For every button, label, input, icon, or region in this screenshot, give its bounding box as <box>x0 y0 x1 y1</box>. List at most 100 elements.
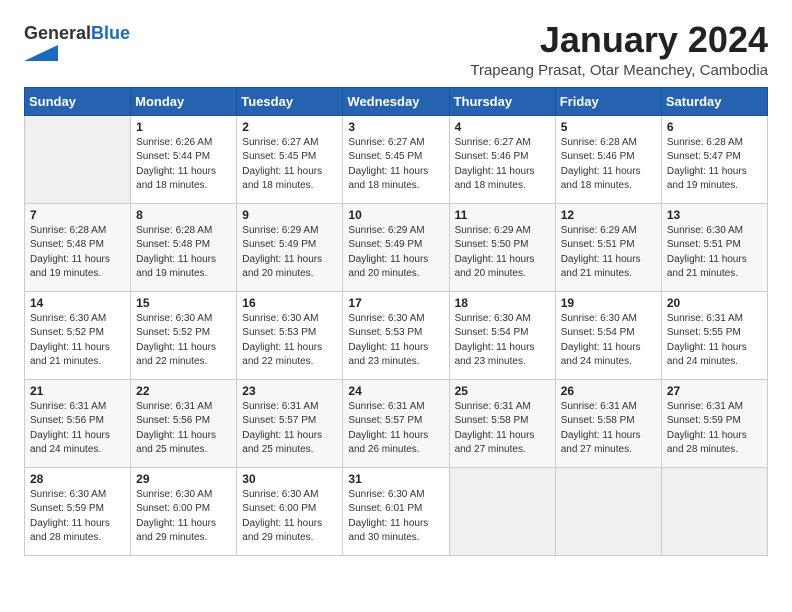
day-number: 19 <box>561 296 656 310</box>
day-info: Sunrise: 6:30 AMSunset: 6:00 PMDaylight:… <box>242 488 337 546</box>
day-number: 24 <box>348 384 443 398</box>
header-row: SundayMondayTuesdayWednesdayThursdayFrid… <box>25 87 768 115</box>
day-number: 9 <box>242 208 337 222</box>
day-number: 20 <box>667 296 762 310</box>
day-cell <box>25 115 131 203</box>
day-cell: 1 Sunrise: 6:26 AMSunset: 5:44 PMDayligh… <box>131 115 237 203</box>
day-cell: 25 Sunrise: 6:31 AMSunset: 5:58 PMDaylig… <box>449 379 555 467</box>
day-number: 31 <box>348 472 443 486</box>
day-number: 13 <box>667 208 762 222</box>
page-header: GeneralBlue January 2024 Trapeang Prasat… <box>24 20 768 79</box>
day-info: Sunrise: 6:31 AMSunset: 5:58 PMDaylight:… <box>455 400 550 458</box>
day-info: Sunrise: 6:28 AMSunset: 5:48 PMDaylight:… <box>136 224 231 282</box>
calendar-subtitle: Trapeang Prasat, Otar Meanchey, Cambodia <box>470 62 768 79</box>
day-number: 21 <box>30 384 125 398</box>
day-number: 5 <box>561 120 656 134</box>
day-number: 11 <box>455 208 550 222</box>
day-cell: 6 Sunrise: 6:28 AMSunset: 5:47 PMDayligh… <box>661 115 767 203</box>
day-cell: 11 Sunrise: 6:29 AMSunset: 5:50 PMDaylig… <box>449 203 555 291</box>
day-cell <box>555 467 661 555</box>
day-number: 8 <box>136 208 231 222</box>
day-info: Sunrise: 6:31 AMSunset: 5:55 PMDaylight:… <box>667 312 762 370</box>
day-number: 18 <box>455 296 550 310</box>
column-header-saturday: Saturday <box>661 87 767 115</box>
day-info: Sunrise: 6:29 AMSunset: 5:50 PMDaylight:… <box>455 224 550 282</box>
day-info: Sunrise: 6:30 AMSunset: 5:54 PMDaylight:… <box>455 312 550 370</box>
day-info: Sunrise: 6:30 AMSunset: 6:01 PMDaylight:… <box>348 488 443 546</box>
day-info: Sunrise: 6:31 AMSunset: 5:59 PMDaylight:… <box>667 400 762 458</box>
calendar-table: SundayMondayTuesdayWednesdayThursdayFrid… <box>24 87 768 556</box>
day-cell: 2 Sunrise: 6:27 AMSunset: 5:45 PMDayligh… <box>237 115 343 203</box>
day-cell: 28 Sunrise: 6:30 AMSunset: 5:59 PMDaylig… <box>25 467 131 555</box>
day-info: Sunrise: 6:26 AMSunset: 5:44 PMDaylight:… <box>136 136 231 194</box>
title-block: January 2024 Trapeang Prasat, Otar Meanc… <box>470 20 768 79</box>
day-info: Sunrise: 6:30 AMSunset: 5:51 PMDaylight:… <box>667 224 762 282</box>
day-cell: 20 Sunrise: 6:31 AMSunset: 5:55 PMDaylig… <box>661 291 767 379</box>
day-number: 30 <box>242 472 337 486</box>
logo: GeneralBlue <box>24 24 130 61</box>
column-header-thursday: Thursday <box>449 87 555 115</box>
day-cell <box>661 467 767 555</box>
day-number: 29 <box>136 472 231 486</box>
day-cell: 16 Sunrise: 6:30 AMSunset: 5:53 PMDaylig… <box>237 291 343 379</box>
week-row-2: 7 Sunrise: 6:28 AMSunset: 5:48 PMDayligh… <box>25 203 768 291</box>
day-info: Sunrise: 6:31 AMSunset: 5:58 PMDaylight:… <box>561 400 656 458</box>
day-cell: 9 Sunrise: 6:29 AMSunset: 5:49 PMDayligh… <box>237 203 343 291</box>
day-cell: 17 Sunrise: 6:30 AMSunset: 5:53 PMDaylig… <box>343 291 449 379</box>
day-number: 23 <box>242 384 337 398</box>
day-cell: 22 Sunrise: 6:31 AMSunset: 5:56 PMDaylig… <box>131 379 237 467</box>
day-number: 16 <box>242 296 337 310</box>
day-cell: 12 Sunrise: 6:29 AMSunset: 5:51 PMDaylig… <box>555 203 661 291</box>
day-info: Sunrise: 6:30 AMSunset: 5:59 PMDaylight:… <box>30 488 125 546</box>
day-cell: 27 Sunrise: 6:31 AMSunset: 5:59 PMDaylig… <box>661 379 767 467</box>
day-info: Sunrise: 6:30 AMSunset: 6:00 PMDaylight:… <box>136 488 231 546</box>
day-cell: 13 Sunrise: 6:30 AMSunset: 5:51 PMDaylig… <box>661 203 767 291</box>
day-info: Sunrise: 6:31 AMSunset: 5:57 PMDaylight:… <box>348 400 443 458</box>
column-header-friday: Friday <box>555 87 661 115</box>
day-info: Sunrise: 6:27 AMSunset: 5:46 PMDaylight:… <box>455 136 550 194</box>
day-number: 27 <box>667 384 762 398</box>
day-cell <box>449 467 555 555</box>
day-cell: 24 Sunrise: 6:31 AMSunset: 5:57 PMDaylig… <box>343 379 449 467</box>
day-number: 10 <box>348 208 443 222</box>
logo-general-text: General <box>24 23 91 43</box>
day-number: 14 <box>30 296 125 310</box>
day-info: Sunrise: 6:29 AMSunset: 5:51 PMDaylight:… <box>561 224 656 282</box>
day-number: 25 <box>455 384 550 398</box>
week-row-4: 21 Sunrise: 6:31 AMSunset: 5:56 PMDaylig… <box>25 379 768 467</box>
day-info: Sunrise: 6:29 AMSunset: 5:49 PMDaylight:… <box>348 224 443 282</box>
day-info: Sunrise: 6:27 AMSunset: 5:45 PMDaylight:… <box>242 136 337 194</box>
day-cell: 7 Sunrise: 6:28 AMSunset: 5:48 PMDayligh… <box>25 203 131 291</box>
calendar-body: 1 Sunrise: 6:26 AMSunset: 5:44 PMDayligh… <box>25 115 768 555</box>
day-info: Sunrise: 6:30 AMSunset: 5:52 PMDaylight:… <box>136 312 231 370</box>
day-number: 26 <box>561 384 656 398</box>
day-info: Sunrise: 6:30 AMSunset: 5:54 PMDaylight:… <box>561 312 656 370</box>
day-info: Sunrise: 6:31 AMSunset: 5:56 PMDaylight:… <box>136 400 231 458</box>
day-info: Sunrise: 6:29 AMSunset: 5:49 PMDaylight:… <box>242 224 337 282</box>
week-row-3: 14 Sunrise: 6:30 AMSunset: 5:52 PMDaylig… <box>25 291 768 379</box>
day-number: 15 <box>136 296 231 310</box>
day-cell: 31 Sunrise: 6:30 AMSunset: 6:01 PMDaylig… <box>343 467 449 555</box>
day-number: 3 <box>348 120 443 134</box>
day-info: Sunrise: 6:27 AMSunset: 5:45 PMDaylight:… <box>348 136 443 194</box>
day-cell: 10 Sunrise: 6:29 AMSunset: 5:49 PMDaylig… <box>343 203 449 291</box>
day-cell: 30 Sunrise: 6:30 AMSunset: 6:00 PMDaylig… <box>237 467 343 555</box>
column-header-tuesday: Tuesday <box>237 87 343 115</box>
day-number: 7 <box>30 208 125 222</box>
day-cell: 3 Sunrise: 6:27 AMSunset: 5:45 PMDayligh… <box>343 115 449 203</box>
calendar-header: SundayMondayTuesdayWednesdayThursdayFrid… <box>25 87 768 115</box>
day-number: 22 <box>136 384 231 398</box>
day-number: 1 <box>136 120 231 134</box>
day-cell: 23 Sunrise: 6:31 AMSunset: 5:57 PMDaylig… <box>237 379 343 467</box>
day-number: 28 <box>30 472 125 486</box>
day-cell: 19 Sunrise: 6:30 AMSunset: 5:54 PMDaylig… <box>555 291 661 379</box>
day-cell: 4 Sunrise: 6:27 AMSunset: 5:46 PMDayligh… <box>449 115 555 203</box>
day-cell: 5 Sunrise: 6:28 AMSunset: 5:46 PMDayligh… <box>555 115 661 203</box>
day-info: Sunrise: 6:28 AMSunset: 5:48 PMDaylight:… <box>30 224 125 282</box>
day-number: 12 <box>561 208 656 222</box>
day-number: 17 <box>348 296 443 310</box>
column-header-sunday: Sunday <box>25 87 131 115</box>
day-info: Sunrise: 6:30 AMSunset: 5:52 PMDaylight:… <box>30 312 125 370</box>
day-cell: 21 Sunrise: 6:31 AMSunset: 5:56 PMDaylig… <box>25 379 131 467</box>
day-info: Sunrise: 6:28 AMSunset: 5:46 PMDaylight:… <box>561 136 656 194</box>
